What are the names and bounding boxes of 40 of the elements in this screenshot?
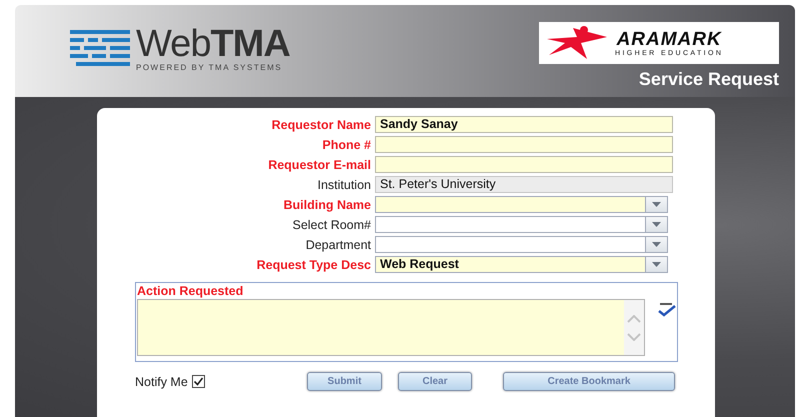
input-field[interactable] <box>375 136 673 153</box>
input-field[interactable]: Sandy Sanay <box>375 116 673 133</box>
star-figure-icon <box>547 25 609 61</box>
dropdown-button[interactable] <box>646 236 668 253</box>
dropdown-field[interactable] <box>375 196 646 213</box>
caret-icon <box>652 202 661 207</box>
field-label: Institution <box>316 178 372 192</box>
field-label: Building Name <box>282 198 372 212</box>
brand-tagline: POWERED BY TMA SYSTEMS <box>136 62 284 72</box>
brand-name: WebTMA <box>136 24 290 62</box>
dropdown-field[interactable] <box>375 236 646 253</box>
notify-label: Notify Me <box>135 374 188 388</box>
form-button[interactable]: Submit <box>307 372 382 391</box>
spellcheck-icon[interactable] <box>657 303 677 317</box>
partner-name: ARAMARK <box>616 30 722 50</box>
input-field[interactable] <box>375 156 673 173</box>
scroll-down-icon[interactable] <box>627 332 641 340</box>
notify-checkbox[interactable] <box>192 375 205 388</box>
dropdown-field[interactable]: Web Request <box>375 256 646 273</box>
form-button[interactable]: Clear <box>398 372 472 391</box>
field-label: Phone # <box>321 138 372 152</box>
caret-icon <box>652 222 661 227</box>
field-label: Requestor E-mail <box>267 158 372 172</box>
field-label: Department <box>304 238 372 252</box>
caret-icon <box>652 262 661 267</box>
form-button[interactable]: Create Bookmark <box>503 372 675 391</box>
scroll-up-icon[interactable] <box>627 314 641 322</box>
action-textarea[interactable] <box>137 299 645 356</box>
caret-icon <box>652 242 661 247</box>
dropdown-field[interactable] <box>375 216 646 233</box>
field-label: Select Room# <box>291 218 372 232</box>
action-label: Action Requested <box>137 284 244 299</box>
grid-logo-icon <box>70 30 130 66</box>
field-label: Request Type Desc <box>256 258 372 272</box>
dropdown-button[interactable] <box>646 196 668 213</box>
readonly-field: St. Peter's University <box>375 176 673 193</box>
field-label: Requestor Name <box>270 118 372 132</box>
page-title: Service Request <box>638 69 779 90</box>
dropdown-button[interactable] <box>646 216 668 233</box>
dropdown-button[interactable] <box>646 256 668 273</box>
